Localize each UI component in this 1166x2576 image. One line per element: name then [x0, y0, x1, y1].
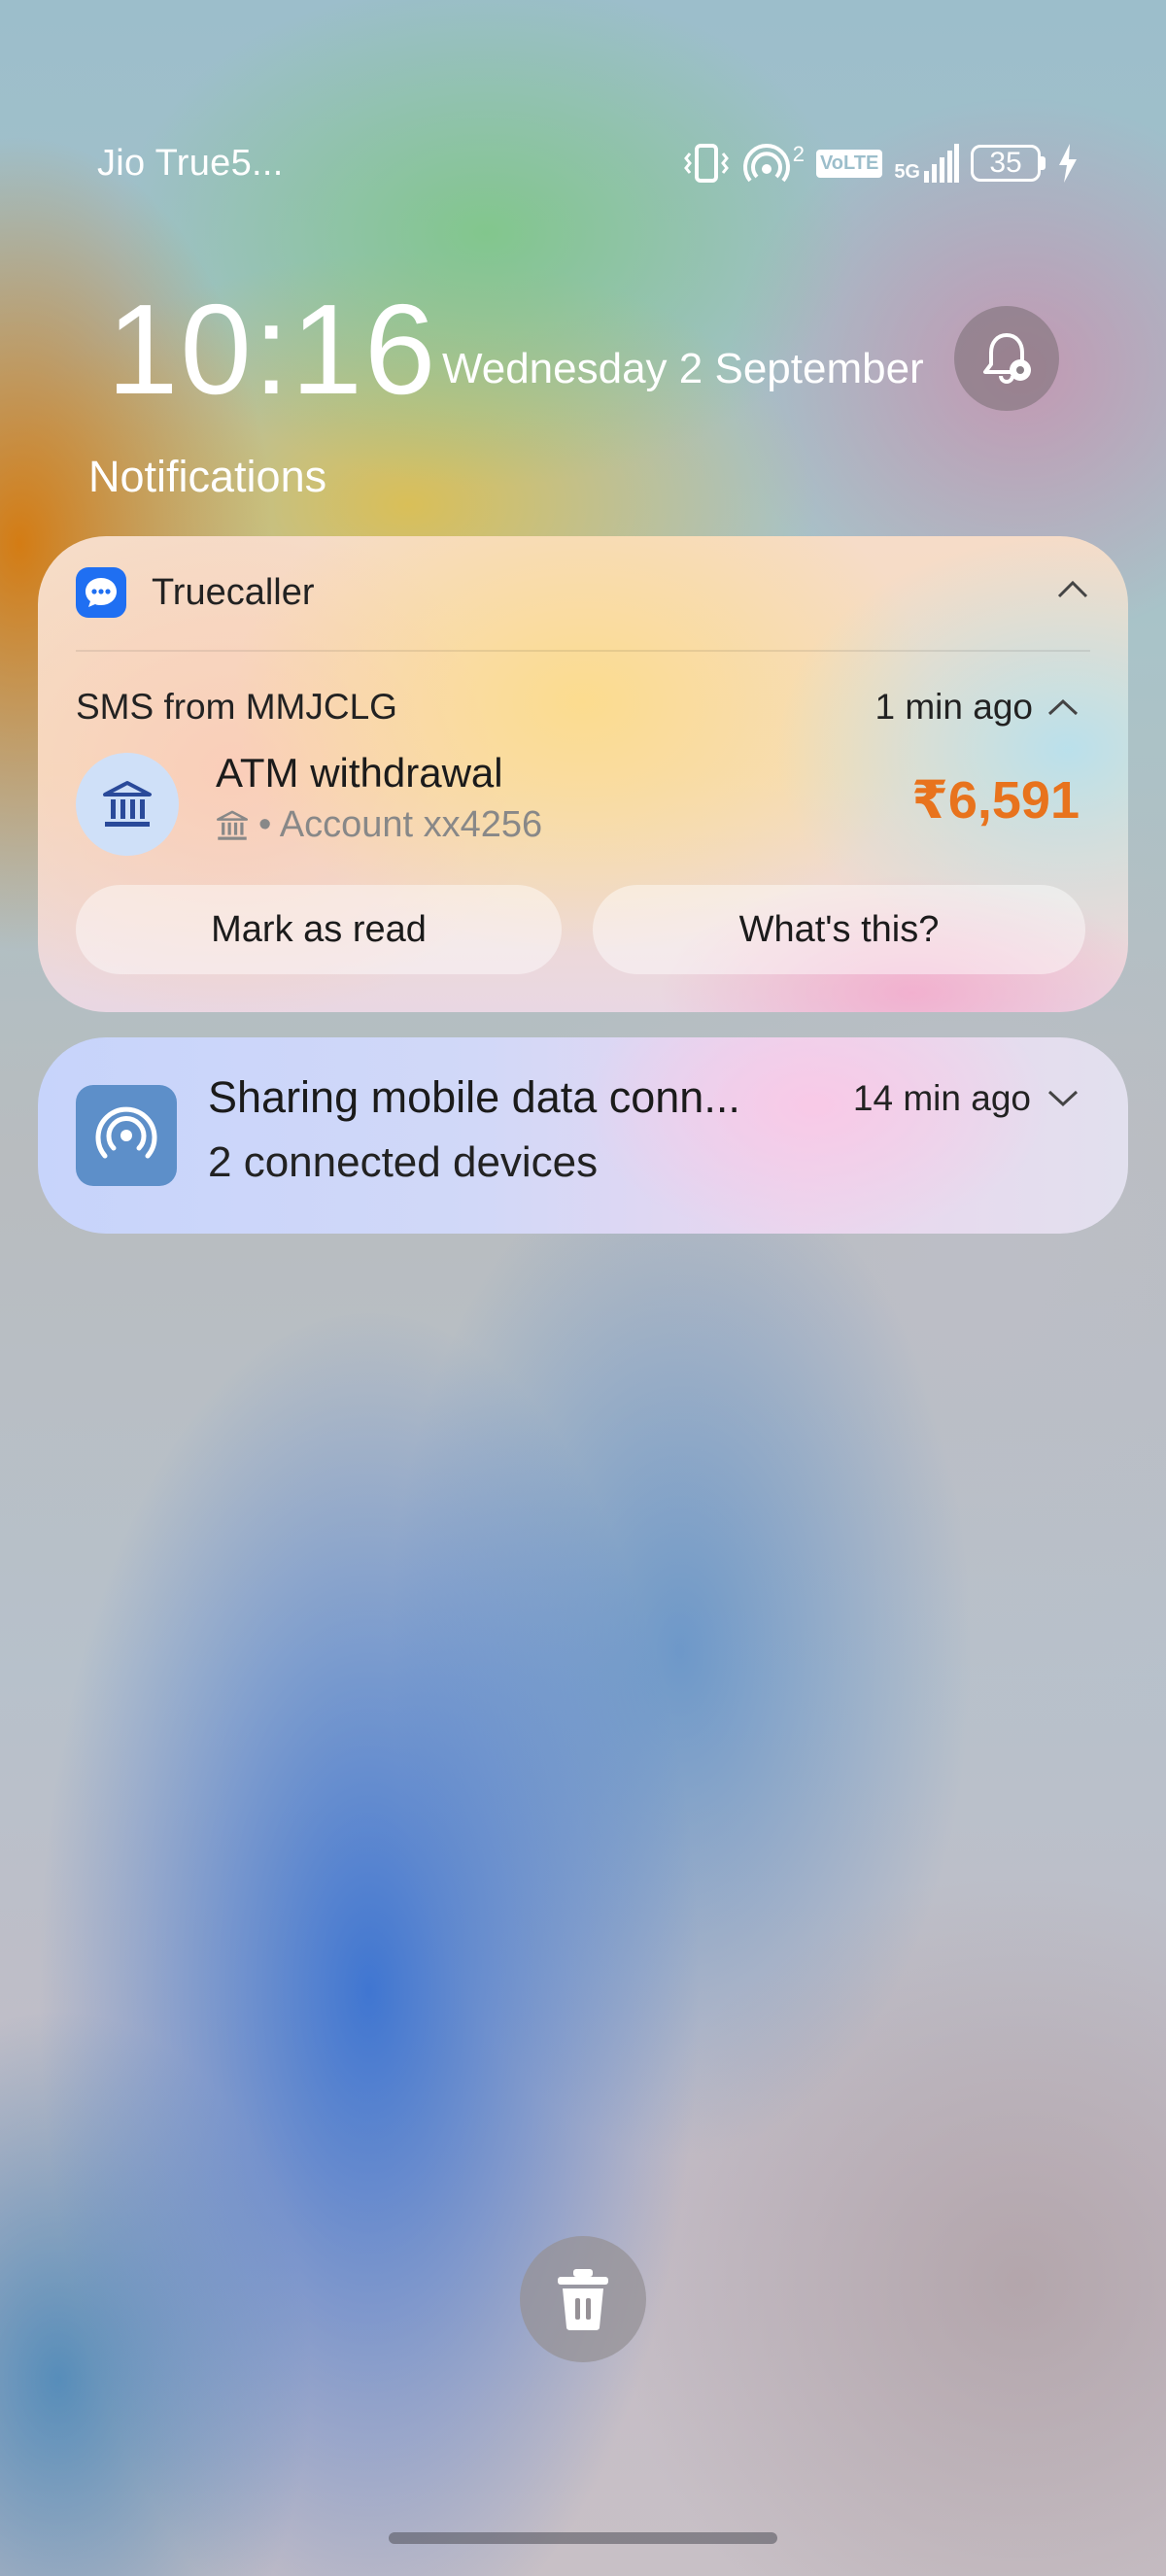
battery-level: 35	[971, 145, 1041, 182]
truecaller-app-icon	[76, 567, 126, 618]
hotspot-notification-card[interactable]: Sharing mobile data conn... 2 connected …	[38, 1037, 1128, 1234]
hotspot-subtitle: 2 connected devices	[208, 1138, 599, 1186]
hotspot-icon: 2	[742, 142, 805, 185]
hotspot-time: 14 min ago	[853, 1078, 1080, 1119]
app-name: Truecaller	[152, 571, 315, 613]
status-icons: 2 VoLTE 5G 35	[682, 142, 1079, 185]
chevron-up-icon[interactable]	[1046, 696, 1080, 718]
bell-settings-icon	[983, 333, 1031, 384]
home-indicator[interactable]	[389, 2532, 777, 2544]
truecaller-notification-card[interactable]: Truecaller SMS from MMJCLG 1 min ago ATM…	[38, 536, 1128, 1012]
message-subtitle: • Account xx4256	[216, 804, 542, 846]
amount-value: ₹6,591	[911, 771, 1080, 830]
charging-icon	[1057, 144, 1079, 183]
mark-as-read-button[interactable]: Mark as read	[76, 885, 562, 974]
lockscreen-clock-row: 10:16 Wednesday 2 September	[107, 272, 1059, 427]
time-ago-label: 1 min ago	[874, 687, 1034, 727]
bank-avatar	[76, 753, 179, 856]
account-label: • Account xx4256	[258, 804, 543, 845]
small-bank-icon	[217, 810, 249, 840]
clock-time: 10:16	[107, 278, 438, 421]
chevron-down-icon[interactable]	[1046, 1088, 1080, 1109]
vibrate-icon	[682, 142, 731, 185]
whats-this-button[interactable]: What's this?	[593, 885, 1085, 974]
notification-settings-button[interactable]	[954, 306, 1059, 411]
notification-time: 1 min ago	[875, 687, 1080, 728]
message-title: ATM withdrawal	[216, 750, 503, 796]
signal-icon: 5G	[894, 144, 959, 183]
volte-icon: VoLTE	[815, 149, 883, 178]
carrier-name: Jio True5...	[97, 142, 284, 184]
battery-icon: 35	[971, 145, 1046, 182]
bank-icon	[103, 781, 152, 827]
hotspot-title: Sharing mobile data conn...	[208, 1072, 740, 1122]
time-ago-label: 14 min ago	[852, 1078, 1031, 1118]
clear-all-button[interactable]	[520, 2236, 646, 2362]
hotspot-app-icon	[76, 1085, 177, 1186]
card-header: Truecaller	[76, 565, 1090, 620]
trash-icon	[558, 2269, 608, 2330]
battery-tip	[1041, 156, 1046, 170]
hotspot-count: 2	[792, 142, 805, 166]
collapse-chevron-up-icon[interactable]	[1055, 577, 1090, 605]
sms-sender: SMS from MMJCLG	[76, 687, 397, 727]
network-type: 5G	[894, 161, 920, 183]
divider	[76, 650, 1090, 652]
status-bar: Jio True5... 2 VoLTE 5G 35	[97, 134, 1079, 192]
notifications-heading: Notifications	[88, 452, 327, 501]
clock-date: Wednesday 2 September	[442, 345, 924, 392]
